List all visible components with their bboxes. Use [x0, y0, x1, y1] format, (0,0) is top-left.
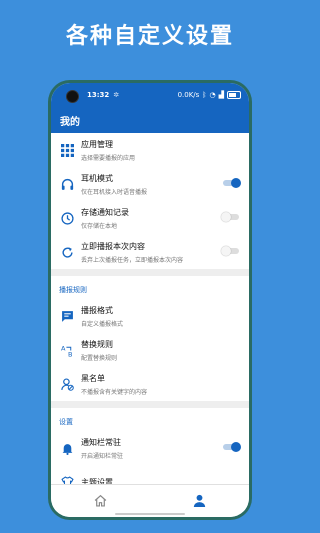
block-user-icon — [59, 376, 75, 392]
settings-list[interactable]: 应用管理 选择需要播报的应用 耳机模式 仅在耳机接入时语音播报 存储通知记录 仅… — [51, 133, 249, 485]
refresh-icon — [59, 244, 75, 260]
item-subtitle: 丢弃上次播报任务，立即播报本次内容 — [81, 256, 184, 264]
store-notifications-item[interactable]: 存储通知记录 仅存储在本地 — [51, 201, 249, 235]
section-label-settings: 设置 — [59, 418, 73, 426]
app-bar: 我的 — [51, 107, 249, 133]
persistent-notification-toggle[interactable] — [223, 442, 241, 452]
headphones-icon — [59, 176, 75, 192]
bottom-navigation — [51, 484, 249, 517]
theme-settings-item[interactable]: 主题设置 — [51, 465, 249, 485]
app-management-item[interactable]: 应用管理 选择需要播报的应用 — [51, 133, 249, 167]
person-icon — [193, 492, 206, 511]
gesture-bar — [115, 513, 185, 515]
blacklist-item[interactable]: 黑名单 不播报含有关键字的内容 — [51, 367, 249, 401]
replace-icon: AB — [59, 342, 75, 358]
item-title: 通知栏常驻 — [81, 437, 121, 447]
item-subtitle: 不播报含有关键字的内容 — [81, 388, 148, 396]
signal-icon: ▟ — [218, 91, 224, 99]
svg-text:A: A — [61, 344, 66, 352]
home-icon — [94, 492, 107, 511]
svg-text:B: B — [68, 350, 72, 357]
store-notifications-toggle[interactable] — [221, 212, 239, 222]
item-title: 播报格式 — [81, 305, 113, 315]
item-title: 存储通知记录 — [81, 207, 129, 217]
camera-hole — [66, 90, 79, 103]
item-title: 立即播报本次内容 — [81, 241, 145, 251]
toggle-knob — [231, 442, 241, 452]
bluetooth-icon: ᛒ — [202, 91, 207, 99]
broadcast-format-item[interactable]: 播报格式 自定义播报格式 — [51, 299, 249, 333]
battery-icon — [227, 91, 241, 99]
app-notification-icon: ✲ — [113, 91, 120, 99]
item-subtitle: 选择需要播报的应用 — [81, 154, 136, 162]
toggle-knob — [231, 178, 241, 188]
toggle-knob — [221, 212, 231, 222]
promo-title: 各种自定义设置 — [65, 24, 234, 49]
item-subtitle: 仅存储在本地 — [81, 222, 118, 230]
item-title: 应用管理 — [81, 139, 113, 149]
immediate-broadcast-toggle[interactable] — [221, 246, 239, 256]
persistent-notification-item[interactable]: 通知栏常驻 开启通知栏常驻 — [51, 431, 249, 465]
headphone-mode-toggle[interactable] — [223, 178, 241, 188]
phone-frame: 13:32 ✲ 0.0K/s ᛒ ◔ ▟ 我的 应用管理 选择需要播报的应用 耳… — [48, 80, 252, 520]
section-label-broadcast-rules: 播报规则 — [59, 286, 87, 294]
item-title: 耳机模式 — [81, 173, 113, 183]
replace-rules-item[interactable]: AB 替换规则 配置替换规则 — [51, 333, 249, 367]
clock-icon — [59, 210, 75, 226]
wifi-icon: ◔ — [209, 91, 216, 99]
item-subtitle: 配置替换规则 — [81, 354, 118, 362]
grid-icon — [59, 142, 75, 158]
phone-screen: 13:32 ✲ 0.0K/s ᛒ ◔ ▟ 我的 应用管理 选择需要播报的应用 耳… — [51, 83, 249, 517]
headphone-mode-item[interactable]: 耳机模式 仅在耳机接入时语音播报 — [51, 167, 249, 201]
section-divider — [51, 401, 249, 408]
network-speed: 0.0K/s — [177, 91, 200, 99]
immediate-broadcast-item[interactable]: 立即播报本次内容 丢弃上次播报任务，立即播报本次内容 — [51, 235, 249, 269]
toggle-knob — [221, 246, 231, 256]
item-subtitle: 仅在耳机接入时语音播报 — [81, 188, 148, 196]
message-icon — [59, 308, 75, 324]
bell-icon — [59, 440, 75, 456]
page-title: 我的 — [60, 116, 80, 128]
item-title: 黑名单 — [81, 373, 105, 383]
item-subtitle: 开启通知栏常驻 — [81, 452, 124, 460]
item-title: 替换规则 — [81, 339, 113, 349]
section-divider — [51, 269, 249, 276]
status-bar: 13:32 ✲ 0.0K/s ᛒ ◔ ▟ — [51, 83, 249, 107]
item-subtitle: 自定义播报格式 — [81, 320, 124, 328]
status-time: 13:32 — [87, 91, 110, 99]
